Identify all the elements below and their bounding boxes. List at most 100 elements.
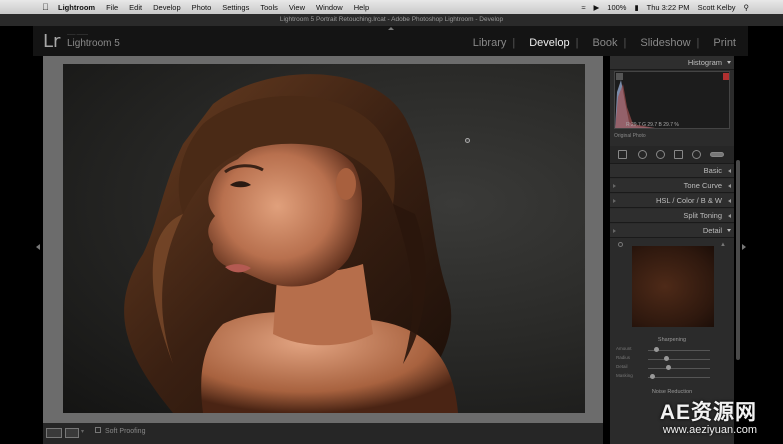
module-separator: | bbox=[696, 37, 700, 49]
portrait-photo[interactable] bbox=[63, 64, 585, 413]
split-toning-label: Split Toning bbox=[683, 211, 722, 220]
right-panel-toggle-icon[interactable] bbox=[742, 244, 746, 250]
identity-plate-bar: Lr ─── ──── Lightroom 5 Library | Develo… bbox=[33, 26, 748, 56]
crop-tool-icon[interactable] bbox=[618, 150, 627, 159]
loupe-view-button[interactable] bbox=[46, 428, 62, 438]
tool-strip bbox=[610, 146, 734, 164]
radial-filter-tool-icon[interactable] bbox=[692, 150, 701, 159]
detail-panel-header[interactable]: Detail bbox=[610, 224, 734, 238]
slider-detail-label: Detail bbox=[616, 364, 628, 369]
right-panel-scrollbar[interactable] bbox=[736, 160, 740, 360]
spot-removal-tool-icon[interactable] bbox=[638, 150, 647, 159]
module-develop[interactable]: Develop bbox=[529, 37, 569, 49]
original-photo-label[interactable]: Original Photo bbox=[614, 133, 646, 139]
basic-label: Basic bbox=[703, 166, 722, 175]
menu-edit[interactable]: Edit bbox=[129, 3, 142, 12]
hsl-panel-header[interactable]: HSL / Color / B & W bbox=[610, 194, 734, 208]
slider-radius-label: Radius bbox=[616, 355, 631, 360]
wifi-icon[interactable]: ≈ bbox=[581, 3, 585, 12]
slider-detail[interactable]: Detail bbox=[616, 364, 728, 372]
expand-icon bbox=[728, 199, 731, 203]
battery-text[interactable]: 100% bbox=[607, 3, 626, 12]
module-picker: Library | Develop | Book | Slideshow | P… bbox=[459, 37, 736, 49]
expand-icon bbox=[728, 169, 731, 173]
battery-icon[interactable]: ▮ bbox=[634, 3, 638, 12]
menu-photo[interactable]: Photo bbox=[192, 3, 212, 12]
soft-proofing-checkbox[interactable] bbox=[95, 427, 101, 433]
adjustment-brush-tool-icon[interactable] bbox=[710, 152, 724, 157]
module-slideshow[interactable]: Slideshow bbox=[640, 37, 690, 49]
menu-help[interactable]: Help bbox=[354, 3, 369, 12]
slider-amount-label: Amount bbox=[616, 346, 632, 351]
red-eye-tool-icon[interactable] bbox=[656, 150, 665, 159]
clock[interactable]: Thu 3:22 PM bbox=[647, 3, 690, 12]
left-panel-toggle-icon[interactable] bbox=[36, 244, 40, 250]
panel-switch-icon bbox=[613, 229, 616, 233]
graduated-filter-tool-icon[interactable] bbox=[674, 150, 683, 159]
expand-icon bbox=[728, 184, 731, 188]
module-print[interactable]: Print bbox=[713, 37, 736, 49]
hsl-label: HSL / Color / B & W bbox=[656, 196, 722, 205]
module-book[interactable]: Book bbox=[592, 37, 617, 49]
lightroom-logo: Lr bbox=[43, 31, 61, 52]
detail-label: Detail bbox=[702, 226, 722, 235]
top-panel-toggle-icon[interactable] bbox=[388, 27, 394, 30]
menubar-status-area: ≈ ▶ 100% ▮ Thu 3:22 PM Scott Kelby ⚲ bbox=[581, 0, 749, 14]
expand-icon bbox=[728, 214, 731, 218]
collapse-icon bbox=[727, 61, 731, 64]
tone-curve-label: Tone Curve bbox=[683, 181, 722, 190]
volume-icon[interactable]: ▶ bbox=[594, 3, 600, 12]
noise-reduction-title: Noise Reduction bbox=[651, 389, 693, 395]
module-separator: | bbox=[575, 37, 579, 49]
tone-curve-panel-header[interactable]: Tone Curve bbox=[610, 179, 734, 193]
identity-product: Lightroom 5 bbox=[67, 38, 120, 49]
menu-develop[interactable]: Develop bbox=[153, 3, 181, 12]
module-library[interactable]: Library bbox=[473, 37, 507, 49]
apple-icon[interactable]:  bbox=[42, 2, 49, 12]
slider-radius[interactable]: Radius bbox=[616, 355, 728, 363]
watermark: AE资源网 www.aeziyuan.com bbox=[660, 396, 757, 436]
collapse-icon bbox=[727, 229, 731, 232]
detail-preview[interactable] bbox=[632, 246, 714, 327]
menu-tools[interactable]: Tools bbox=[260, 3, 278, 12]
slider-track bbox=[648, 368, 710, 369]
left-panel-collapsed bbox=[0, 56, 33, 444]
panel-switch-icon bbox=[613, 184, 616, 188]
slider-knob[interactable] bbox=[650, 374, 655, 379]
macos-menubar:  Lightroom File Edit Develop Photo Sett… bbox=[0, 0, 783, 14]
slider-track bbox=[648, 359, 710, 360]
slider-knob[interactable] bbox=[664, 356, 669, 361]
histogram-graph[interactable] bbox=[614, 71, 730, 129]
module-separator: | bbox=[623, 37, 627, 49]
slider-masking-label: Masking bbox=[616, 373, 633, 378]
slider-knob[interactable] bbox=[666, 365, 671, 370]
slider-knob[interactable] bbox=[654, 347, 659, 352]
detail-warning-icon: ▲ bbox=[720, 242, 726, 248]
slider-track bbox=[648, 377, 710, 378]
histogram-values: R 29.7 G 29.7 B 29.7 % bbox=[626, 122, 679, 128]
face bbox=[208, 140, 363, 287]
before-after-button[interactable] bbox=[65, 428, 79, 438]
spotlight-icon[interactable]: ⚲ bbox=[744, 3, 750, 12]
soft-proofing-label: Soft Proofing bbox=[105, 428, 146, 435]
histogram-curve bbox=[615, 73, 729, 128]
portrait-illustration bbox=[124, 74, 458, 413]
identity-user-line: ─── ──── bbox=[67, 32, 88, 37]
panel-switch-icon bbox=[613, 199, 616, 203]
menu-settings[interactable]: Settings bbox=[222, 3, 249, 12]
basic-panel-header[interactable]: Basic bbox=[610, 164, 734, 178]
menu-app[interactable]: Lightroom bbox=[58, 3, 95, 12]
histogram-header[interactable]: Histogram bbox=[610, 56, 734, 70]
watermark-url: www.aeziyuan.com bbox=[662, 424, 757, 436]
split-toning-panel-header[interactable]: Split Toning bbox=[610, 209, 734, 223]
slider-masking[interactable]: Masking bbox=[616, 373, 728, 381]
detail-target-icon[interactable] bbox=[618, 242, 623, 247]
slider-amount[interactable]: Amount bbox=[616, 346, 728, 354]
menu-window[interactable]: Window bbox=[316, 3, 343, 12]
ear bbox=[336, 168, 356, 200]
menu-file[interactable]: File bbox=[106, 3, 118, 12]
cursor-dot bbox=[465, 138, 470, 143]
user-name[interactable]: Scott Kelby bbox=[698, 3, 736, 12]
menu-view[interactable]: View bbox=[289, 3, 305, 12]
view-dropdown-icon[interactable]: ▾ bbox=[81, 428, 84, 435]
